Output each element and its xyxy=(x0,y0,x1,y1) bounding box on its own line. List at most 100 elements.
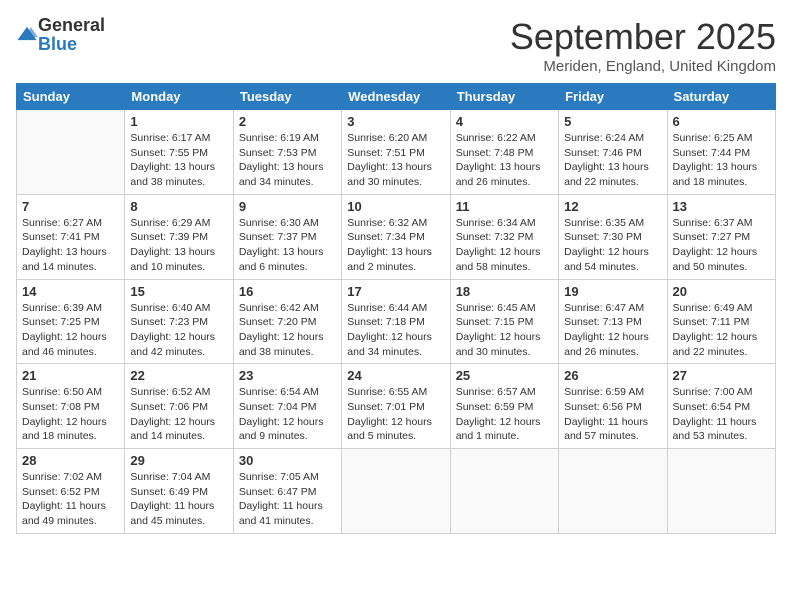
day-number: 16 xyxy=(239,284,336,299)
day-number: 30 xyxy=(239,453,336,468)
day-number: 1 xyxy=(130,114,227,129)
calendar-week-row: 7 Sunrise: 6:27 AMSunset: 7:41 PMDaylight… xyxy=(17,194,776,279)
cell-info: Sunrise: 6:27 AMSunset: 7:41 PMDaylight:… xyxy=(22,216,119,275)
calendar-cell: 9 Sunrise: 6:30 AMSunset: 7:37 PMDaylight… xyxy=(233,194,341,279)
cell-info: Sunrise: 7:02 AMSunset: 6:52 PMDaylight:… xyxy=(22,470,119,529)
cell-info: Sunrise: 6:42 AMSunset: 7:20 PMDaylight:… xyxy=(239,301,336,360)
day-of-week-saturday: Saturday xyxy=(667,84,775,110)
calendar-cell xyxy=(342,449,450,534)
calendar-cell: 26 Sunrise: 6:59 AMSunset: 6:56 PMDayligh… xyxy=(559,364,667,449)
calendar-cell: 20Sunrise: 6:49 AMSunset: 7:11 PMDayligh… xyxy=(667,279,775,364)
calendar-header-row: SundayMondayTuesdayWednesdayThursdayFrid… xyxy=(17,84,776,110)
day-of-week-tuesday: Tuesday xyxy=(233,84,341,110)
cell-info: Sunrise: 6:59 AMSunset: 6:56 PMDaylight:… xyxy=(564,385,661,444)
calendar-cell: 15 Sunrise: 6:40 AMSunset: 7:23 PMDayligh… xyxy=(125,279,233,364)
day-number: 4 xyxy=(456,114,553,129)
cell-info: Sunrise: 6:57 AMSunset: 6:59 PMDaylight:… xyxy=(456,385,553,444)
cell-info: Sunrise: 6:30 AMSunset: 7:37 PMDaylight:… xyxy=(239,216,336,275)
day-number: 10 xyxy=(347,199,444,214)
day-number: 13 xyxy=(673,199,770,214)
calendar-cell: 14 Sunrise: 6:39 AMSunset: 7:25 PMDayligh… xyxy=(17,279,125,364)
cell-info: Sunrise: 7:05 AMSunset: 6:47 PMDaylight:… xyxy=(239,470,336,529)
cell-info: Sunrise: 6:40 AMSunset: 7:23 PMDaylight:… xyxy=(130,301,227,360)
calendar-cell: 29Sunrise: 7:04 AMSunset: 6:49 PMDayligh… xyxy=(125,449,233,534)
cell-info: Sunrise: 6:25 AMSunset: 7:44 PMDaylight:… xyxy=(673,131,770,190)
day-number: 24 xyxy=(347,368,444,383)
day-number: 7 xyxy=(22,199,119,214)
cell-info: Sunrise: 6:50 AMSunset: 7:08 PMDaylight:… xyxy=(22,385,119,444)
day-number: 3 xyxy=(347,114,444,129)
day-number: 5 xyxy=(564,114,661,129)
cell-info: Sunrise: 6:44 AMSunset: 7:18 PMDaylight:… xyxy=(347,301,444,360)
cell-info: Sunrise: 6:29 AMSunset: 7:39 PMDaylight:… xyxy=(130,216,227,275)
calendar-cell: 30 Sunrise: 7:05 AMSunset: 6:47 PMDayligh… xyxy=(233,449,341,534)
day-number: 8 xyxy=(130,199,227,214)
calendar-cell: 2Sunrise: 6:19 AMSunset: 7:53 PMDaylight… xyxy=(233,110,341,195)
calendar-cell: 22 Sunrise: 6:52 AMSunset: 7:06 PMDayligh… xyxy=(125,364,233,449)
day-number: 11 xyxy=(456,199,553,214)
calendar-cell: 6 Sunrise: 6:25 AMSunset: 7:44 PMDaylight… xyxy=(667,110,775,195)
cell-info: Sunrise: 6:45 AMSunset: 7:15 PMDaylight:… xyxy=(456,301,553,360)
day-number: 28 xyxy=(22,453,119,468)
calendar-cell: 1 Sunrise: 6:17 AMSunset: 7:55 PMDaylight… xyxy=(125,110,233,195)
day-number: 6 xyxy=(673,114,770,129)
day-number: 14 xyxy=(22,284,119,299)
cell-info: Sunrise: 6:20 AMSunset: 7:51 PMDaylight:… xyxy=(347,131,444,190)
cell-info: Sunrise: 7:04 AMSunset: 6:49 PMDaylight:… xyxy=(130,470,227,529)
cell-info: Sunrise: 6:17 AMSunset: 7:55 PMDaylight:… xyxy=(130,131,227,190)
title-area: September 2025 Meriden, England, United … xyxy=(510,16,776,75)
day-number: 17 xyxy=(347,284,444,299)
calendar-cell: 18Sunrise: 6:45 AMSunset: 7:15 PMDayligh… xyxy=(450,279,558,364)
calendar-cell: 28 Sunrise: 7:02 AMSunset: 6:52 PMDayligh… xyxy=(17,449,125,534)
cell-info: Sunrise: 6:34 AMSunset: 7:32 PMDaylight:… xyxy=(456,216,553,275)
logo-blue: Blue xyxy=(38,34,77,54)
day-number: 23 xyxy=(239,368,336,383)
logo: General Blue xyxy=(16,16,105,54)
day-number: 20 xyxy=(673,284,770,299)
cell-info: Sunrise: 6:39 AMSunset: 7:25 PMDaylight:… xyxy=(22,301,119,360)
calendar-cell: 10 Sunrise: 6:32 AMSunset: 7:34 PMDayligh… xyxy=(342,194,450,279)
calendar-cell xyxy=(450,449,558,534)
logo-icon xyxy=(16,24,38,46)
calendar-cell: 16 Sunrise: 6:42 AMSunset: 7:20 PMDayligh… xyxy=(233,279,341,364)
calendar-cell: 13 Sunrise: 6:37 AMSunset: 7:27 PMDayligh… xyxy=(667,194,775,279)
calendar-cell: 7 Sunrise: 6:27 AMSunset: 7:41 PMDaylight… xyxy=(17,194,125,279)
day-of-week-friday: Friday xyxy=(559,84,667,110)
month-title: September 2025 xyxy=(510,16,776,58)
calendar-cell: 3 Sunrise: 6:20 AMSunset: 7:51 PMDaylight… xyxy=(342,110,450,195)
calendar-cell: 8 Sunrise: 6:29 AMSunset: 7:39 PMDaylight… xyxy=(125,194,233,279)
logo-general: General xyxy=(38,15,105,35)
day-number: 19 xyxy=(564,284,661,299)
day-of-week-sunday: Sunday xyxy=(17,84,125,110)
calendar-cell xyxy=(667,449,775,534)
day-number: 22 xyxy=(130,368,227,383)
day-of-week-monday: Monday xyxy=(125,84,233,110)
calendar-cell: 4Sunrise: 6:22 AMSunset: 7:48 PMDaylight… xyxy=(450,110,558,195)
cell-info: Sunrise: 6:19 AMSunset: 7:53 PMDaylight:… xyxy=(239,131,336,190)
cell-info: Sunrise: 6:24 AMSunset: 7:46 PMDaylight:… xyxy=(564,131,661,190)
calendar-table: SundayMondayTuesdayWednesdayThursdayFrid… xyxy=(16,83,776,534)
calendar-cell: 19Sunrise: 6:47 AMSunset: 7:13 PMDayligh… xyxy=(559,279,667,364)
day-number: 15 xyxy=(130,284,227,299)
day-number: 26 xyxy=(564,368,661,383)
calendar-cell: 11 Sunrise: 6:34 AMSunset: 7:32 PMDayligh… xyxy=(450,194,558,279)
day-number: 9 xyxy=(239,199,336,214)
calendar-cell: 24 Sunrise: 6:55 AMSunset: 7:01 PMDayligh… xyxy=(342,364,450,449)
calendar-cell xyxy=(17,110,125,195)
calendar-cell: 17 Sunrise: 6:44 AMSunset: 7:18 PMDayligh… xyxy=(342,279,450,364)
day-number: 27 xyxy=(673,368,770,383)
calendar-cell: 12 Sunrise: 6:35 AMSunset: 7:30 PMDayligh… xyxy=(559,194,667,279)
cell-info: Sunrise: 6:35 AMSunset: 7:30 PMDaylight:… xyxy=(564,216,661,275)
cell-info: Sunrise: 6:55 AMSunset: 7:01 PMDaylight:… xyxy=(347,385,444,444)
cell-info: Sunrise: 6:32 AMSunset: 7:34 PMDaylight:… xyxy=(347,216,444,275)
day-number: 21 xyxy=(22,368,119,383)
cell-info: Sunrise: 6:52 AMSunset: 7:06 PMDaylight:… xyxy=(130,385,227,444)
day-of-week-thursday: Thursday xyxy=(450,84,558,110)
cell-info: Sunrise: 6:54 AMSunset: 7:04 PMDaylight:… xyxy=(239,385,336,444)
calendar-cell: 5 Sunrise: 6:24 AMSunset: 7:46 PMDaylight… xyxy=(559,110,667,195)
cell-info: Sunrise: 6:37 AMSunset: 7:27 PMDaylight:… xyxy=(673,216,770,275)
calendar-cell: 21 Sunrise: 6:50 AMSunset: 7:08 PMDayligh… xyxy=(17,364,125,449)
location: Meriden, England, United Kingdom xyxy=(510,58,776,75)
day-number: 25 xyxy=(456,368,553,383)
day-number: 12 xyxy=(564,199,661,214)
